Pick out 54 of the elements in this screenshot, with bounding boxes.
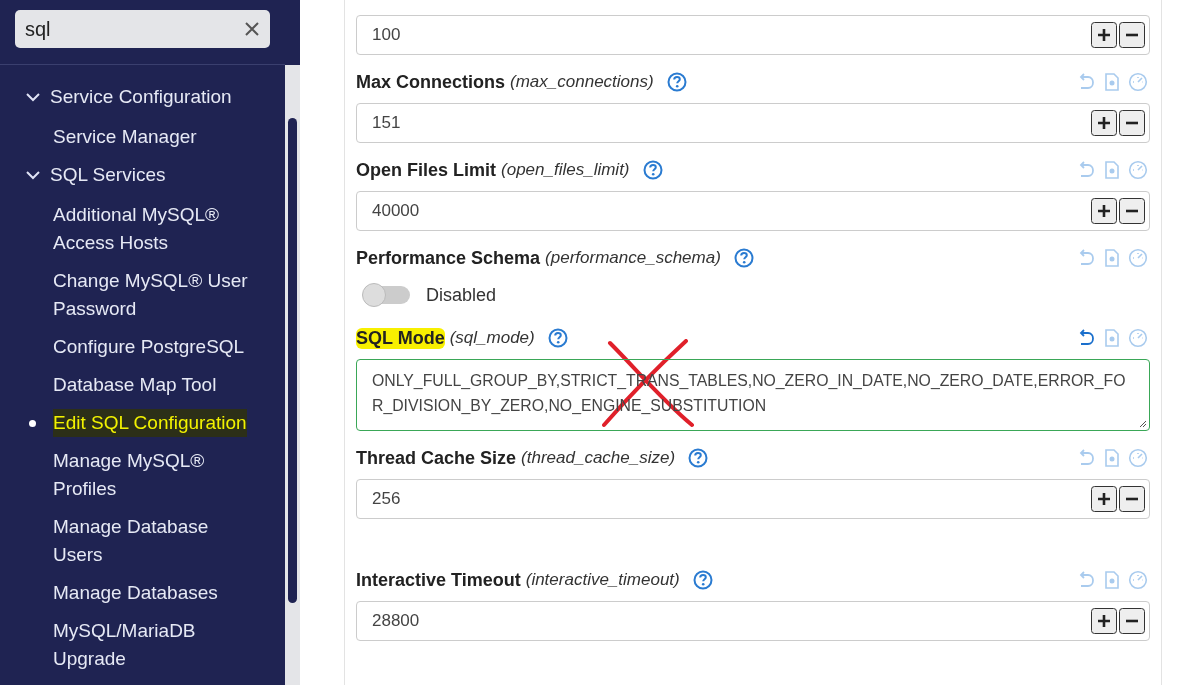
sidebar-item[interactable]: Change MySQL® User Password (53, 267, 249, 323)
setting-key: (interactive_timeout) (525, 570, 680, 590)
search-field[interactable]: sql (15, 10, 270, 48)
help-icon[interactable] (666, 72, 687, 92)
help-icon[interactable] (547, 328, 568, 348)
chevron-icon (26, 170, 40, 180)
sidebar-item[interactable]: Service Manager (53, 123, 197, 151)
sidebar-section[interactable]: Service Configuration (0, 83, 285, 123)
setting-key: (open_files_limit) (501, 160, 630, 180)
sidebar-item[interactable]: Manage MySQL® Profiles (53, 447, 249, 503)
setting-label: Open Files Limit (356, 159, 497, 181)
number-field[interactable]: 151 (356, 103, 1150, 143)
chevron-icon (26, 92, 40, 102)
sidebar-item[interactable]: Edit SQL Configuration (53, 409, 247, 437)
minus-button[interactable] (1119, 608, 1145, 634)
setting-key: (sql_mode) (449, 328, 535, 348)
clear-icon[interactable] (244, 21, 260, 37)
help-icon[interactable] (688, 448, 709, 468)
minus-button[interactable] (1119, 198, 1145, 224)
sidebar-item[interactable]: Additional MySQL® Access Hosts (53, 201, 249, 257)
setting-label: SQL Mode (356, 327, 445, 349)
sidebar-item[interactable]: Manage Databases (53, 579, 218, 607)
plus-button[interactable] (1091, 486, 1117, 512)
sidebar-item[interactable]: Manage Database Users (53, 513, 249, 569)
plus-button[interactable] (1091, 110, 1117, 136)
toggle-switch[interactable] (364, 286, 410, 304)
scrollbar-thumb[interactable] (288, 118, 297, 603)
number-field[interactable]: 256 (356, 479, 1150, 519)
minus-button[interactable] (1119, 110, 1145, 136)
bullet-icon (29, 420, 36, 427)
help-icon[interactable] (733, 248, 754, 268)
minus-button[interactable] (1119, 486, 1145, 512)
plus-button[interactable] (1091, 22, 1117, 48)
setting-key: (max_connections) (510, 72, 654, 92)
help-icon[interactable] (692, 570, 713, 590)
setting-label: Performance Schema (356, 247, 541, 269)
setting-label: Thread Cache Size (356, 447, 517, 469)
plus-button[interactable] (1091, 608, 1117, 634)
sidebar-section[interactable]: SQL Services (0, 161, 285, 201)
help-icon[interactable] (642, 160, 663, 180)
sidebar-item[interactable]: Database Map Tool (53, 371, 217, 399)
setting-key: (thread_cache_size) (521, 448, 676, 468)
setting-label: Interactive Timeout (356, 569, 521, 591)
resize-grip-icon[interactable] (1137, 418, 1147, 428)
setting-key: (performance_schema) (545, 248, 721, 268)
minus-button[interactable] (1119, 22, 1145, 48)
sidebar-item[interactable]: Configure PostgreSQL (53, 333, 245, 361)
sidebar-item[interactable]: MySQL/MariaDB Upgrade (53, 617, 249, 673)
number-field[interactable]: 28800 (356, 601, 1150, 641)
toggle-state: Disabled (426, 284, 497, 306)
number-field[interactable]: 40000 (356, 191, 1150, 231)
plus-button[interactable] (1091, 198, 1117, 224)
setting-label: Max Connections (356, 71, 506, 93)
number-field[interactable]: 100 (356, 15, 1150, 55)
